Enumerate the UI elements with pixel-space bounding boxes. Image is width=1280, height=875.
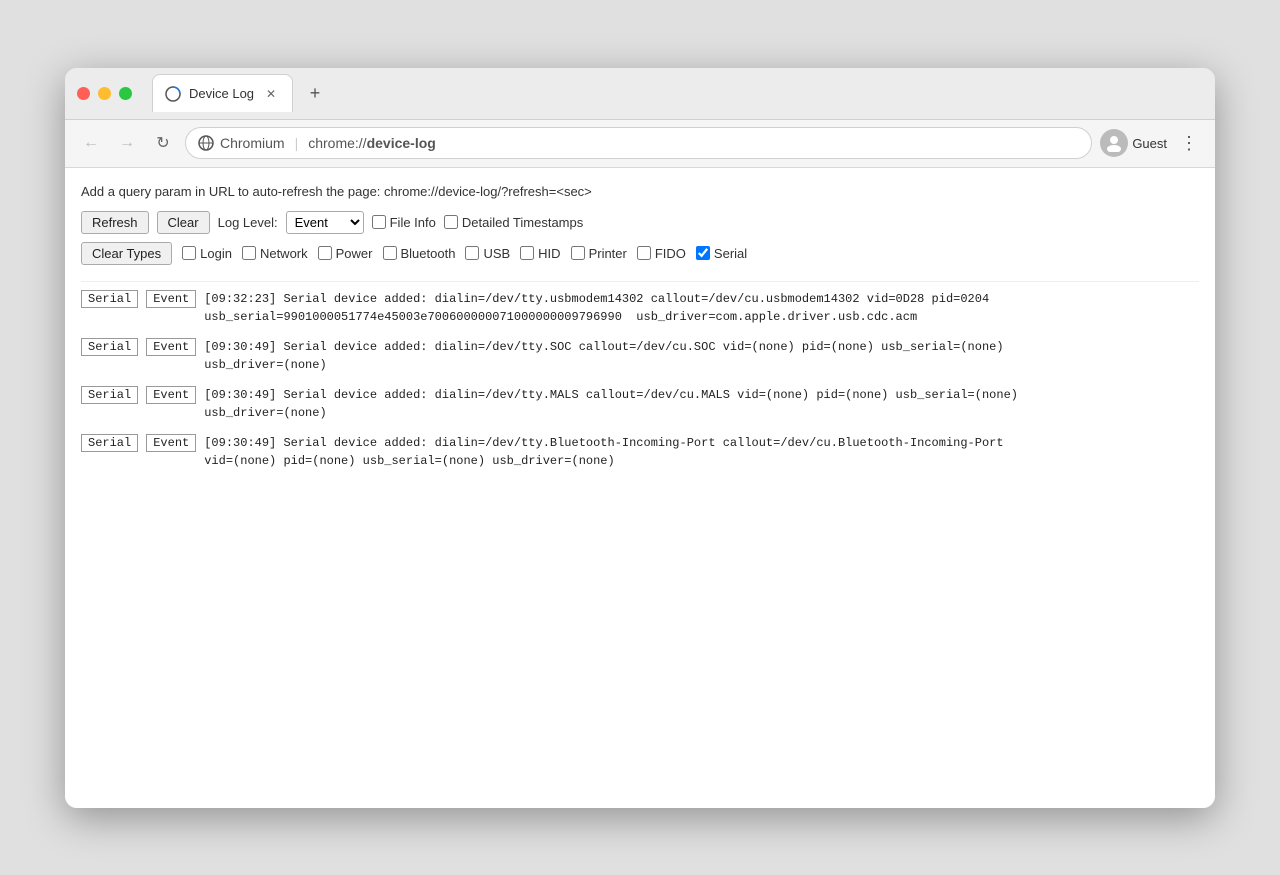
type-network-checkbox[interactable] (242, 246, 256, 260)
maximize-window-button[interactable] (119, 87, 132, 100)
type-power-text: Power (336, 246, 373, 261)
type-login-checkbox[interactable] (182, 246, 196, 260)
type-network-label[interactable]: Network (242, 246, 308, 261)
log-entry-content: [09:32:23] Serial device added: dialin=/… (204, 290, 1199, 326)
active-tab[interactable]: Device Log ✕ (152, 74, 293, 112)
log-line-2: vid=(none) pid=(none) usb_serial=(none) … (204, 452, 1199, 470)
forward-button[interactable]: → (113, 129, 141, 157)
log-entries: Serial Event [09:32:23] Serial device ad… (81, 281, 1199, 470)
url-page-part: device-log (367, 135, 436, 151)
file-info-checkbox[interactable] (372, 215, 386, 229)
detailed-timestamps-checkbox-label[interactable]: Detailed Timestamps (444, 215, 583, 230)
detailed-timestamps-label: Detailed Timestamps (462, 215, 583, 230)
detailed-timestamps-checkbox[interactable] (444, 215, 458, 229)
type-fido-text: FIDO (655, 246, 686, 261)
type-hid-checkbox[interactable] (520, 246, 534, 260)
type-bluetooth-checkbox[interactable] (383, 246, 397, 260)
info-bar: Add a query param in URL to auto-refresh… (81, 184, 1199, 199)
type-hid-text: HID (538, 246, 560, 261)
tab-title: Device Log (189, 86, 254, 101)
log-level-select[interactable]: Verbose Debug Info Event Error (286, 211, 364, 234)
log-line-2: usb_driver=(none) (204, 404, 1199, 422)
new-tab-button[interactable]: + (301, 79, 329, 107)
refresh-button[interactable]: Refresh (81, 211, 149, 234)
file-info-checkbox-label[interactable]: File Info (372, 215, 436, 230)
url-domain: Chromium (220, 135, 285, 151)
close-window-button[interactable] (77, 87, 90, 100)
clear-types-button[interactable]: Clear Types (81, 242, 172, 265)
log-entry-content: [09:30:49] Serial device added: dialin=/… (204, 386, 1199, 422)
type-fido-label[interactable]: FIDO (637, 246, 686, 261)
url-bar[interactable]: Chromium | chrome://device-log (185, 127, 1092, 159)
type-usb-checkbox[interactable] (465, 246, 479, 260)
type-fido-checkbox[interactable] (637, 246, 651, 260)
log-entry-content: [09:30:49] Serial device added: dialin=/… (204, 434, 1199, 470)
log-line-2: usb_serial=9901000051774e45003e700600000… (204, 308, 1199, 326)
type-power-checkbox[interactable] (318, 246, 332, 260)
log-entry: Serial Event [09:30:49] Serial device ad… (81, 338, 1199, 374)
log-entry: Serial Event [09:32:23] Serial device ad… (81, 290, 1199, 326)
type-printer-label[interactable]: Printer (571, 246, 627, 261)
log-line-1: [09:32:23] Serial device added: dialin=/… (204, 290, 1199, 308)
type-power-label[interactable]: Power (318, 246, 373, 261)
back-button[interactable]: ← (77, 129, 105, 157)
traffic-lights (77, 87, 132, 100)
tag-serial: Serial (81, 338, 138, 356)
type-serial-text: Serial (714, 246, 747, 261)
tag-event: Event (146, 386, 196, 404)
address-bar: ← → ↻ Chromium | chrome://device-log Gue… (65, 120, 1215, 168)
tag-serial: Serial (81, 434, 138, 452)
tag-serial: Serial (81, 386, 138, 404)
log-level-label: Log Level: (218, 215, 278, 230)
type-usb-label[interactable]: USB (465, 246, 510, 261)
site-info-icon (198, 135, 214, 151)
type-serial-checkbox[interactable] (696, 246, 710, 260)
minimize-window-button[interactable] (98, 87, 111, 100)
type-hid-label[interactable]: HID (520, 246, 560, 261)
clear-button[interactable]: Clear (157, 211, 210, 234)
type-login-label[interactable]: Login (182, 246, 232, 261)
tag-event: Event (146, 290, 196, 308)
reload-button[interactable]: ↻ (149, 129, 177, 157)
log-line-1: [09:30:49] Serial device added: dialin=/… (204, 434, 1199, 452)
type-printer-text: Printer (589, 246, 627, 261)
profile-button[interactable]: Guest (1100, 129, 1167, 157)
log-line-2: usb_driver=(none) (204, 356, 1199, 374)
profile-icon (1100, 129, 1128, 157)
log-entry: Serial Event [09:30:49] Serial device ad… (81, 434, 1199, 470)
log-line-1: [09:30:49] Serial device added: dialin=/… (204, 386, 1199, 404)
type-serial-label[interactable]: Serial (696, 246, 747, 261)
profile-label: Guest (1132, 136, 1167, 151)
controls-row-2: Clear Types Login Network Power Bluetoot… (81, 242, 1199, 265)
log-line-1: [09:30:49] Serial device added: dialin=/… (204, 338, 1199, 356)
tab-close-button[interactable]: ✕ (262, 85, 280, 103)
log-entry-content: [09:30:49] Serial device added: dialin=/… (204, 338, 1199, 374)
log-entry: Serial Event [09:30:49] Serial device ad… (81, 386, 1199, 422)
type-usb-text: USB (483, 246, 510, 261)
controls-row-1: Refresh Clear Log Level: Verbose Debug I… (81, 211, 1199, 234)
type-bluetooth-label[interactable]: Bluetooth (383, 246, 456, 261)
tab-bar: Device Log ✕ + (152, 68, 329, 119)
type-bluetooth-text: Bluetooth (401, 246, 456, 261)
browser-window: Device Log ✕ + ← → ↻ Chromium | chrome:/… (65, 68, 1215, 808)
type-login-text: Login (200, 246, 232, 261)
account-icon (1105, 134, 1123, 152)
browser-menu-button[interactable]: ⋮ (1175, 129, 1203, 157)
title-bar: Device Log ✕ + (65, 68, 1215, 120)
url-separator: | (295, 135, 299, 151)
type-printer-checkbox[interactable] (571, 246, 585, 260)
file-info-label: File Info (390, 215, 436, 230)
tag-serial: Serial (81, 290, 138, 308)
tag-event: Event (146, 434, 196, 452)
page-content: Add a query param in URL to auto-refresh… (65, 168, 1215, 808)
url-chrome-part: chrome://device-log (308, 135, 436, 151)
type-network-text: Network (260, 246, 308, 261)
tag-event: Event (146, 338, 196, 356)
tab-favicon-icon (165, 86, 181, 102)
